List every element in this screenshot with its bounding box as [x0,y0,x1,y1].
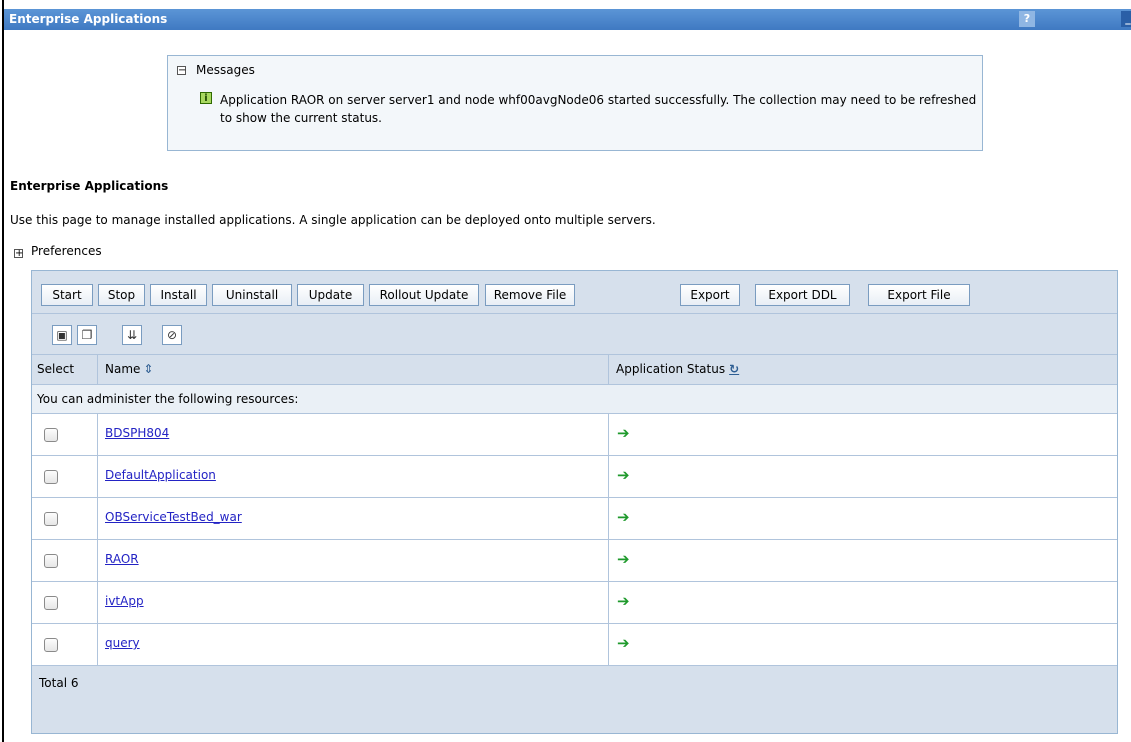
started-status-icon: ➔ [617,424,630,442]
page-title: Enterprise Applications [10,179,169,193]
row-select-checkbox[interactable] [44,554,58,568]
application-link[interactable]: OBServiceTestBed_war [105,510,242,524]
select-all-icon[interactable]: ▣ [52,325,72,345]
header-select: Select [37,362,75,376]
clear-filter-icon[interactable]: ⊘ [162,325,182,345]
table-header: Select Name ⇕ Application Status ↻ [32,355,1117,385]
message-text: Application RAOR on server server1 and n… [220,93,977,125]
started-status-icon: ➔ [617,550,630,568]
left-border [2,0,4,742]
total-count: Total 6 [39,676,79,690]
update-button[interactable]: Update [297,284,364,306]
rollout-update-button[interactable]: Rollout Update [369,284,479,306]
header-name-label: Name [105,362,141,376]
header-name[interactable]: Name ⇕ [105,362,153,376]
resources-note-row: You can administer the following resourc… [32,385,1117,414]
row-select-checkbox[interactable] [44,596,58,610]
table-row: BDSPH804 ➔ [32,414,1117,456]
page-description: Use this page to manage installed applic… [10,213,656,227]
sort-icon[interactable]: ⇕ [143,362,153,376]
info-icon: i [200,92,212,104]
table-row: ivtApp ➔ [32,582,1117,624]
table-row: OBServiceTestBed_war ➔ [32,498,1117,540]
header-status: Application Status ↻ [616,362,739,376]
export-file-button[interactable]: Export File [868,284,970,306]
install-button[interactable]: Install [150,284,207,306]
remove-file-button[interactable]: Remove File [485,284,575,306]
row-select-checkbox[interactable] [44,428,58,442]
window-titlebar: Enterprise Applications ? _ [4,9,1131,30]
preferences-link[interactable]: Preferences [31,244,102,258]
minimize-icon[interactable]: _ [1121,11,1131,27]
application-link[interactable]: RAOR [105,552,139,566]
application-link[interactable]: ivtApp [105,594,144,608]
start-button[interactable]: Start [41,284,93,306]
row-select-checkbox[interactable] [44,512,58,526]
show-filter-icon[interactable]: ⇊ [122,325,142,345]
deselect-all-icon[interactable]: ❐ [77,325,97,345]
messages-title: Messages [196,63,255,77]
messages-panel: − Messages i Application RAOR on server … [167,55,983,151]
export-ddl-button[interactable]: Export DDL [755,284,850,306]
application-link[interactable]: query [105,636,140,650]
table-body: BDSPH804 ➔ DefaultApplication ➔ OBServic… [32,414,1117,666]
expand-preferences-icon[interactable]: + [14,249,23,259]
resources-note: You can administer the following resourc… [37,392,299,406]
started-status-icon: ➔ [617,592,630,610]
header-status-label: Application Status [616,362,726,376]
application-link[interactable]: DefaultApplication [105,468,216,482]
window-title: Enterprise Applications [9,12,168,26]
stop-button[interactable]: Stop [98,284,145,306]
collapse-messages-icon[interactable]: − [177,66,186,76]
started-status-icon: ➔ [617,634,630,652]
export-button[interactable]: Export [680,284,740,306]
selection-toolbar: ▣ ❐ ⇊ ⊘ [32,314,1117,355]
table-row: DefaultApplication ➔ [32,456,1117,498]
action-toolbar: Start Stop Install Uninstall Update Roll… [32,271,1117,314]
applications-panel: Start Stop Install Uninstall Update Roll… [31,270,1118,734]
started-status-icon: ➔ [617,508,630,526]
row-select-checkbox[interactable] [44,638,58,652]
table-row: RAOR ➔ [32,540,1117,582]
table-row: query ➔ [32,624,1117,666]
uninstall-button[interactable]: Uninstall [212,284,292,306]
refresh-icon[interactable]: ↻ [729,362,739,376]
table-footer: Total 6 [32,666,1117,733]
row-select-checkbox[interactable] [44,470,58,484]
application-link[interactable]: BDSPH804 [105,426,169,440]
started-status-icon: ➔ [617,466,630,484]
help-icon[interactable]: ? [1019,11,1035,27]
